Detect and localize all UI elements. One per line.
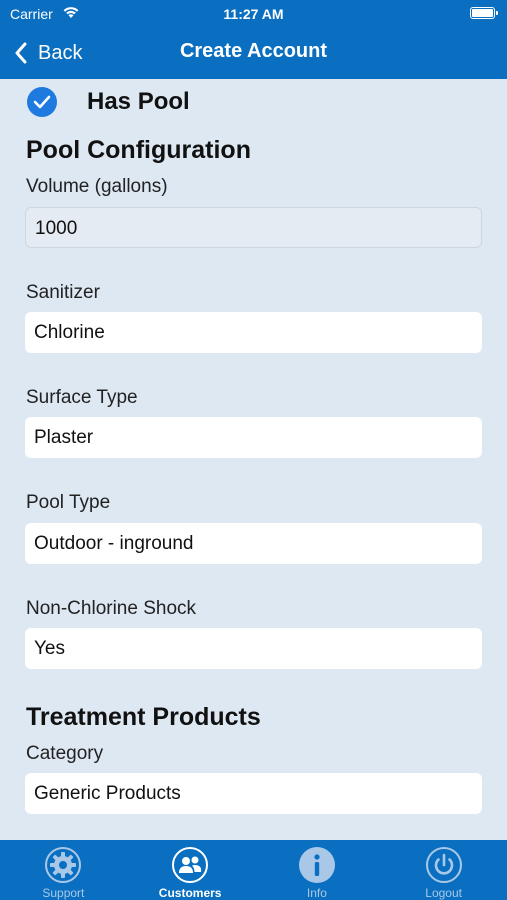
tab-support-label: Support	[42, 886, 85, 900]
has-pool-label: Has Pool	[87, 88, 190, 115]
battery-icon	[470, 7, 498, 19]
pool-type-field[interactable]: Outdoor - inground	[25, 523, 482, 564]
status-time: 11:27 AM	[223, 6, 284, 22]
power-icon	[425, 847, 462, 883]
non-chlorine-shock-field[interactable]: Yes	[25, 628, 482, 669]
tab-bar: Support Customers Info Logout	[0, 840, 507, 900]
volume-label: Volume (gallons)	[26, 176, 168, 197]
tab-support[interactable]: Support	[0, 840, 127, 900]
non-chlorine-shock-label: Non-Chlorine Shock	[26, 598, 197, 619]
treatment-products-title: Treatment Products	[26, 703, 261, 731]
page-title: Create Account	[179, 40, 328, 62]
tab-info[interactable]: Info	[254, 840, 381, 900]
sanitizer-label: Sanitizer	[26, 282, 100, 303]
people-icon	[172, 847, 209, 883]
tab-customers[interactable]: Customers	[127, 840, 254, 900]
navigation-header: Carrier 11:27 AM Back Create Account	[0, 0, 507, 79]
pool-configuration-title: Pool Configuration	[26, 136, 251, 164]
info-icon	[298, 847, 335, 883]
tab-logout[interactable]: Logout	[380, 840, 507, 900]
sanitizer-field[interactable]: Chlorine	[25, 312, 482, 353]
category-field[interactable]: Generic Products	[25, 773, 482, 814]
category-label: Category	[26, 743, 104, 764]
tab-info-label: Info	[306, 886, 327, 900]
pool-type-label: Pool Type	[26, 492, 111, 513]
tab-logout-label: Logout	[425, 886, 462, 900]
has-pool-toggle[interactable]: Has Pool	[27, 87, 190, 117]
status-bar: Carrier 11:27 AM	[0, 0, 507, 28]
form-content[interactable]: Has Pool Pool Configuration Volume (gall…	[0, 79, 507, 840]
surface-type-field[interactable]: Plaster	[25, 417, 482, 458]
checkmark-icon[interactable]	[27, 87, 57, 117]
gear-icon	[45, 847, 82, 883]
tab-customers-label: Customers	[158, 886, 222, 900]
surface-type-label: Surface Type	[26, 387, 138, 408]
volume-field[interactable]: 1000	[25, 207, 482, 248]
